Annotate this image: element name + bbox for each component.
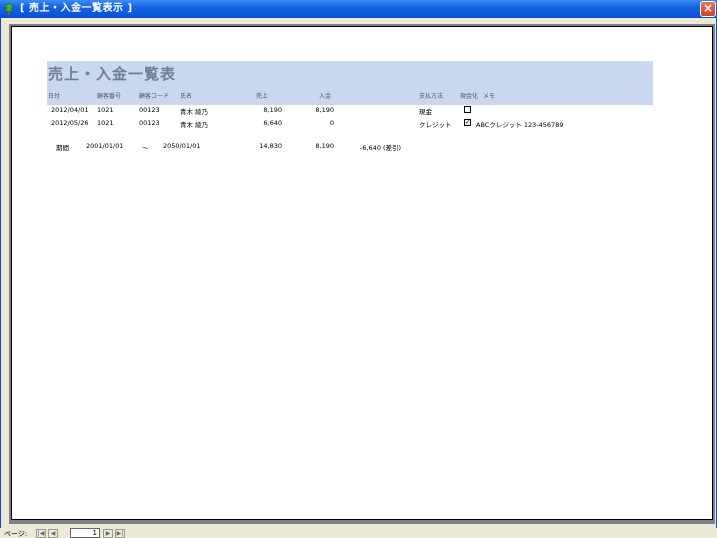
period-end: 2050/01/01 bbox=[163, 142, 201, 150]
row-name: 青木 綾乃 bbox=[180, 121, 209, 129]
header-customer-code: 顧客コード bbox=[139, 93, 170, 100]
status-bar: ページ: |◀ ◀ 1 ▶ ▶| bbox=[0, 528, 717, 538]
next-page-button[interactable]: ▶ bbox=[103, 529, 113, 538]
title-bar: [ 売上・入金一覧表示 ] × bbox=[0, 0, 717, 18]
header-customer-no: 顧客番号 bbox=[97, 93, 122, 100]
header-payment: 入金 bbox=[319, 93, 332, 100]
total-sales: 14,830 bbox=[259, 142, 282, 150]
row-date: 2012/05/26 bbox=[51, 119, 89, 127]
row-sales: 6,640 bbox=[263, 119, 282, 127]
close-icon: × bbox=[702, 1, 714, 15]
preview-canvas[interactable]: 売上・入金一覧表 日付 顧客番号 顧客コード 氏名 売上 入金 支払方法 現金化… bbox=[9, 24, 715, 524]
header-pay-method: 支払方法 bbox=[419, 93, 444, 100]
row-customer-code: 00123 bbox=[139, 106, 160, 114]
row-pay-method: クレジット bbox=[419, 121, 452, 129]
page-label: ページ: bbox=[4, 530, 28, 538]
header-date: 日付 bbox=[48, 93, 61, 100]
header-sales: 売上 bbox=[256, 93, 269, 100]
row-customer-code: 00123 bbox=[139, 119, 160, 127]
row-sales: 8,190 bbox=[263, 106, 282, 114]
report-preview-frame: 売上・入金一覧表 日付 顧客番号 顧客コード 氏名 売上 入金 支払方法 現金化… bbox=[0, 18, 717, 528]
header-cashed: 現金化 bbox=[460, 93, 479, 100]
close-button[interactable]: × bbox=[700, 1, 716, 17]
row-payment: 0 bbox=[329, 119, 334, 127]
first-page-button[interactable]: |◀ bbox=[36, 529, 46, 538]
row-name: 青木 綾乃 bbox=[180, 108, 209, 116]
cashed-checkbox[interactable] bbox=[464, 106, 471, 113]
header-memo: メモ bbox=[483, 93, 496, 100]
row-payment: 8,190 bbox=[315, 106, 334, 114]
cashed-checkbox[interactable]: ✓ bbox=[464, 119, 471, 126]
difference: -6,640 (差引) bbox=[360, 144, 402, 152]
row-memo: ABCクレジット 123-456789 bbox=[476, 121, 564, 129]
page-number-input[interactable]: 1 bbox=[70, 528, 100, 538]
report-page: 売上・入金一覧表 日付 顧客番号 顧客コード 氏名 売上 入金 支払方法 現金化… bbox=[11, 26, 713, 520]
last-page-button[interactable]: ▶| bbox=[115, 529, 125, 538]
prev-page-button[interactable]: ◀ bbox=[48, 529, 58, 538]
header-name: 氏名 bbox=[180, 93, 193, 100]
app-icon bbox=[3, 2, 15, 15]
total-payment: 8,190 bbox=[315, 142, 334, 150]
report-title: 売上・入金一覧表 bbox=[48, 65, 177, 83]
window-title: [ 売上・入金一覧表示 ] bbox=[20, 3, 133, 14]
period-start: 2001/01/01 bbox=[86, 142, 124, 150]
row-pay-method: 現金 bbox=[419, 108, 432, 116]
row-customer-no: 1021 bbox=[97, 106, 114, 114]
period-tilde: ～ bbox=[142, 144, 149, 152]
row-customer-no: 1021 bbox=[97, 119, 114, 127]
report-header: 売上・入金一覧表 日付 顧客番号 顧客コード 氏名 売上 入金 支払方法 現金化… bbox=[47, 61, 653, 105]
row-date: 2012/04/01 bbox=[51, 106, 89, 114]
period-label: 期間 bbox=[56, 144, 69, 152]
